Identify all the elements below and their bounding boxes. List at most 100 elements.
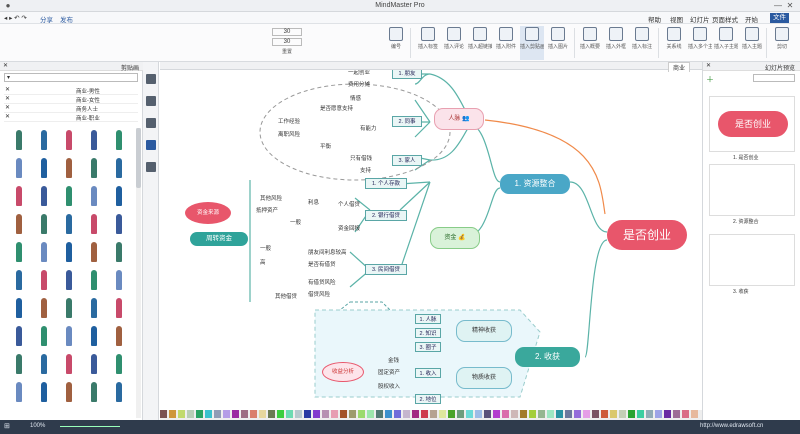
share-button[interactable]: 分享 xyxy=(40,14,53,24)
color-swatch[interactable] xyxy=(295,410,302,418)
topic-s1[interactable]: 1. 人脉 xyxy=(415,314,441,324)
clipart-figure-icon[interactable] xyxy=(116,326,122,346)
topic-people[interactable]: 人脉 👥 xyxy=(434,108,484,130)
color-palette[interactable] xyxy=(160,410,702,420)
close-icon[interactable]: ✕ xyxy=(3,62,8,69)
color-swatch[interactable] xyxy=(223,410,230,418)
color-swatch[interactable] xyxy=(556,410,563,418)
color-swatch[interactable] xyxy=(178,410,185,418)
topic-m2e[interactable]: 一般 xyxy=(290,218,301,226)
close-icon[interactable]: ✕ xyxy=(706,62,711,69)
clipart-figure-icon[interactable] xyxy=(16,354,22,374)
topic-mt1[interactable]: 1. 收入 xyxy=(415,368,441,378)
clipart-figure-icon[interactable] xyxy=(66,326,72,346)
menu-view[interactable]: 视图 xyxy=(670,14,683,24)
menu-page-style[interactable]: 页面样式 xyxy=(712,14,738,24)
topic-p2d[interactable]: 离职风险 xyxy=(278,130,300,138)
color-swatch[interactable] xyxy=(268,410,275,418)
topic-p3a[interactable]: 只有借钱 xyxy=(350,154,372,162)
color-swatch[interactable] xyxy=(439,410,446,418)
ribbon-comment[interactable]: 插入评论 xyxy=(442,26,466,60)
color-swatch[interactable] xyxy=(547,410,554,418)
color-swatch[interactable] xyxy=(475,410,482,418)
topic-mt2[interactable]: 2. 地位 xyxy=(415,394,441,404)
ribbon-numbering[interactable]: 编号 xyxy=(384,26,408,60)
menu-help[interactable]: 帮助 xyxy=(648,14,661,24)
color-swatch[interactable] xyxy=(286,410,293,418)
clipart-figure-icon[interactable] xyxy=(91,242,97,262)
clipart-figure-icon[interactable] xyxy=(91,382,97,402)
clipart-figure-icon[interactable] xyxy=(66,354,72,374)
slide-select[interactable] xyxy=(753,74,795,82)
color-swatch[interactable] xyxy=(601,410,608,418)
color-swatch[interactable] xyxy=(160,410,167,418)
topic-s3[interactable]: 3. 圈子 xyxy=(415,342,441,352)
topic-mt1b[interactable]: 固定资产 xyxy=(378,368,400,376)
menu-start[interactable]: 开始 xyxy=(745,14,758,24)
clipart-figure-icon[interactable] xyxy=(66,130,72,150)
topic-m2d[interactable]: 其他风险 xyxy=(260,194,282,202)
ribbon-attachment[interactable]: 插入附件 xyxy=(494,26,518,60)
ribbon-hyperlink[interactable]: 插入超链接 xyxy=(468,26,492,60)
central-topic[interactable]: 是否创业 xyxy=(607,220,687,250)
topic-m2a[interactable]: 个人借贷 xyxy=(338,200,360,208)
topic-material[interactable]: 物质收获 xyxy=(456,367,512,389)
clipart-figure-icon[interactable] xyxy=(16,158,22,178)
topic-p2c[interactable]: 有能力 xyxy=(360,124,377,132)
color-swatch[interactable] xyxy=(367,410,374,418)
publish-button[interactable]: 发布 xyxy=(60,14,73,24)
topic-m2b[interactable]: 资金回报 xyxy=(338,224,360,232)
color-swatch[interactable] xyxy=(466,410,473,418)
topic-p3[interactable]: 3. 家人 xyxy=(392,155,422,166)
clipart-category-item[interactable]: ✕ 商业-男性 xyxy=(4,86,138,95)
clipart-figure-icon[interactable] xyxy=(91,158,97,178)
clipart-figure-icon[interactable] xyxy=(116,270,122,290)
clipart-figure-icon[interactable] xyxy=(66,270,72,290)
clipart-figure-icon[interactable] xyxy=(91,354,97,374)
color-swatch[interactable] xyxy=(331,410,338,418)
home-icon[interactable] xyxy=(146,118,156,128)
slide-thumb-3[interactable] xyxy=(709,234,795,286)
topic-m2c[interactable]: 利息 xyxy=(308,198,319,206)
ribbon-insert-subtopic[interactable]: 插入子主题 xyxy=(714,26,738,60)
topic-p2[interactable]: 2. 同事 xyxy=(392,116,422,127)
close-button[interactable]: ✕ xyxy=(784,1,796,11)
clipart-figure-icon[interactable] xyxy=(41,186,47,206)
color-swatch[interactable] xyxy=(538,410,545,418)
floating-topic[interactable]: 周转资金 xyxy=(190,232,248,246)
color-swatch[interactable] xyxy=(187,410,194,418)
clipart-figure-icon[interactable] xyxy=(16,326,22,346)
color-swatch[interactable] xyxy=(628,410,635,418)
ribbon-callout[interactable]: 插入标注 xyxy=(630,26,654,60)
color-swatch[interactable] xyxy=(520,410,527,418)
ribbon-insert-topic[interactable]: 插入主题 xyxy=(740,26,764,60)
clipart-figure-icon[interactable] xyxy=(41,214,47,234)
clipart-figure-icon[interactable] xyxy=(91,326,97,346)
clipart-figure-icon[interactable] xyxy=(16,242,22,262)
color-swatch[interactable] xyxy=(637,410,644,418)
color-swatch[interactable] xyxy=(385,410,392,418)
clipart-figure-icon[interactable] xyxy=(91,270,97,290)
clipart-figure-icon[interactable] xyxy=(41,326,47,346)
clipart-category-item[interactable]: ✕ 商业-职业 xyxy=(4,113,138,122)
clipart-tool-icon[interactable] xyxy=(146,140,156,150)
topic-mt1a[interactable]: 金钱 xyxy=(388,356,399,364)
ribbon-boundary[interactable]: 插入外框 xyxy=(604,26,628,60)
clipart-figure-icon[interactable] xyxy=(66,242,72,262)
clipart-category-item[interactable]: ✕ 商务人士 xyxy=(4,104,138,113)
topic-m2f[interactable]: 抵押资产 xyxy=(256,206,278,214)
ribbon-image[interactable]: 插入图片 xyxy=(546,26,570,60)
color-swatch[interactable] xyxy=(664,410,671,418)
clipart-figure-icon[interactable] xyxy=(66,186,72,206)
color-swatch[interactable] xyxy=(313,410,320,418)
menu-slides[interactable]: 幻灯片 xyxy=(690,14,710,24)
color-swatch[interactable] xyxy=(259,410,266,418)
style-icon[interactable] xyxy=(146,74,156,84)
color-swatch[interactable] xyxy=(682,410,689,418)
ribbon-cut[interactable]: 剪切 xyxy=(770,26,794,60)
remove-icon[interactable]: ✕ xyxy=(5,113,10,120)
topic-p2f[interactable]: 工作经验 xyxy=(278,117,300,125)
clipart-figure-icon[interactable] xyxy=(91,214,97,234)
clipart-figure-icon[interactable] xyxy=(66,382,72,402)
color-swatch[interactable] xyxy=(322,410,329,418)
